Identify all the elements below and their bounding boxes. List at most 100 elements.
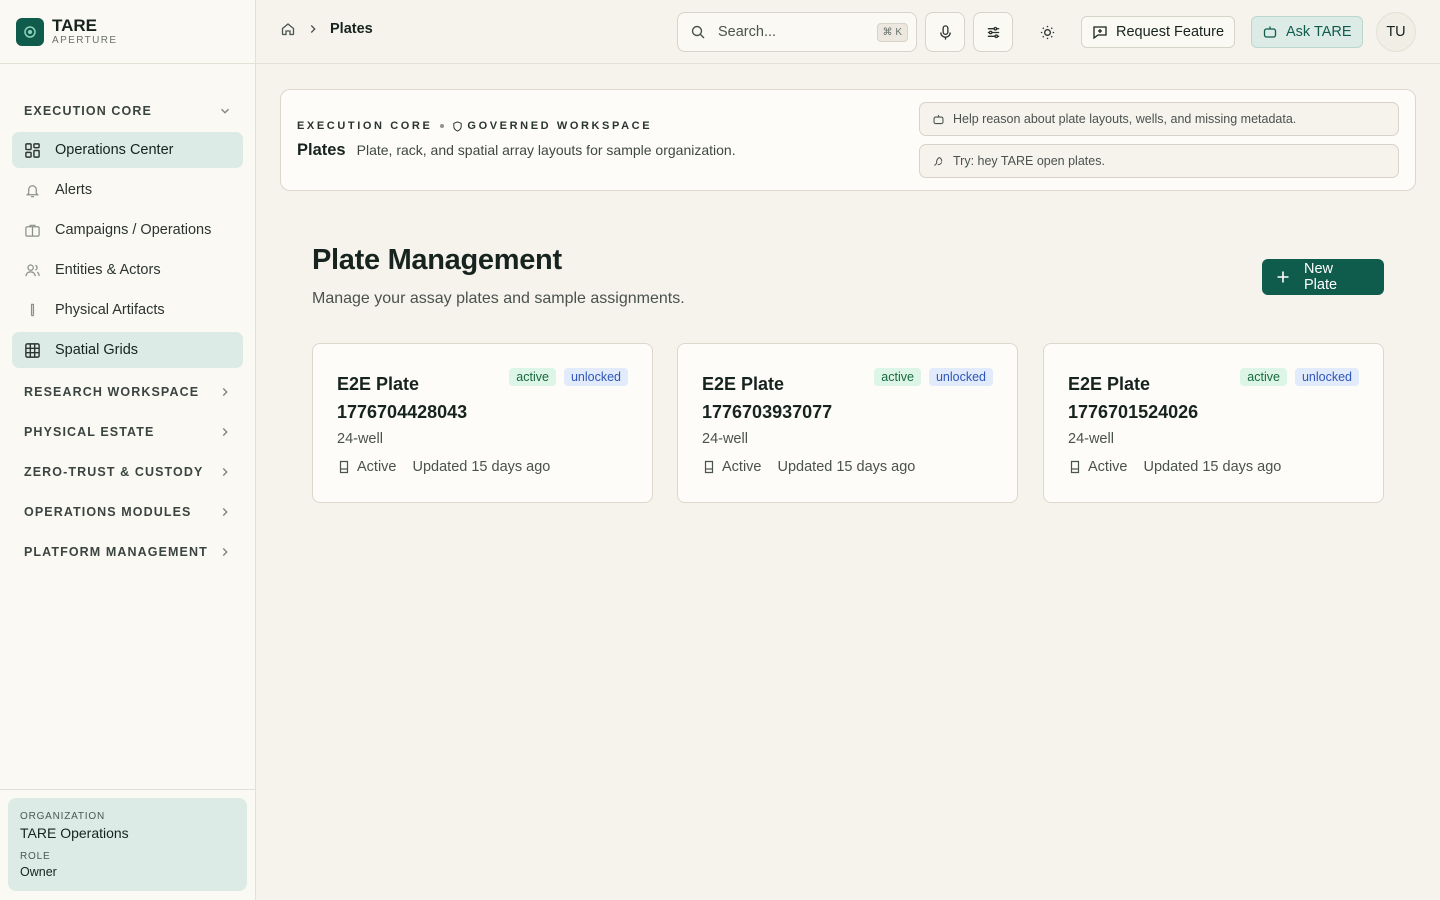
chevron-right-icon [222,508,228,516]
sidebar-item-label: Physical Artifacts [55,302,165,318]
voice-wave-icon [934,156,943,166]
sidebar-item-campaigns[interactable]: Campaigns / Operations [12,212,243,248]
status-badge: active [1240,368,1287,386]
grid-icon [25,342,40,358]
chevron-right-icon [222,548,228,556]
plate-updated: Updated 15 days ago [777,459,916,475]
section-operations-modules[interactable]: OPERATIONS MODULES [12,494,244,530]
section-research-workspace[interactable]: RESEARCH WORKSPACE [12,374,244,410]
section-label: ZERO-TRUST & CUSTODY [24,465,204,479]
organization-card[interactable]: ORGANIZATION TARE Operations ROLE Owner [8,798,247,891]
sidebar-item-label: Campaigns / Operations [55,222,212,238]
search-input[interactable]: Search... ⌘ K [677,12,917,52]
plate-meta: Active Updated 15 days ago [337,459,550,475]
chevron-right-icon [222,388,228,396]
new-plate-label: New Plate [1303,261,1338,293]
plate-card[interactable]: E2E Plate 1776701524026 active unlocked … [1043,343,1384,503]
logo-icon [16,17,44,46]
banner-eyebrow: EXECUTION CORE GOVERNED WORKSPACE [297,120,652,132]
sidebar-item-label: Spatial Grids [55,342,139,358]
sidebar: TARE APERTURE EXECUTION CORE Operations … [0,0,256,900]
section-label: RESEARCH WORKSPACE [24,385,200,399]
role-label: ROLE [20,851,51,862]
bot-icon [933,114,944,124]
chevron-right-icon [222,428,228,436]
beaker-icon [704,460,714,474]
plate-badges: active unlocked [509,368,628,386]
brand[interactable]: TARE APERTURE [0,0,255,64]
plate-name: E2E Plate 1776704428043 [337,374,468,422]
sliders-icon [987,26,999,38]
voice-button[interactable] [925,12,965,52]
section-label: PHYSICAL ESTATE [24,425,155,439]
role-value: Owner [20,865,57,879]
eyebrow-section: EXECUTION CORE [297,120,433,132]
plate-name: E2E Plate 1776703937077 [702,374,833,422]
voice-command-hint[interactable]: Try: hey TARE open plates. [919,144,1399,178]
section-execution-core[interactable]: EXECUTION CORE [12,93,244,129]
section-platform-management[interactable]: PLATFORM MANAGEMENT [12,534,244,570]
sidebar-item-label: Alerts [55,182,93,198]
plate-updated: Updated 15 days ago [1143,459,1282,475]
chevron-right-icon [222,468,228,476]
banner-title-row: Plates Plate, rack, and spatial array la… [297,141,736,160]
chevron-right-icon [310,25,316,33]
separator-dot [440,124,445,128]
sidebar-item-label: Operations Center [55,142,174,158]
plate-card[interactable]: E2E Plate 1776704428043 active unlocked … [312,343,653,503]
plate-meta: Active Updated 15 days ago [1068,459,1281,475]
sidebar-item-entities[interactable]: Entities & Actors [12,252,243,288]
hint-text: Help reason about plate layouts, wells, … [953,112,1297,126]
status-badge: active [874,368,921,386]
section-label: PLATFORM MANAGEMENT [24,545,208,559]
plate-meta: Active Updated 15 days ago [702,459,915,475]
sidebar-item-operations-center[interactable]: Operations Center [12,132,243,168]
eyebrow-workspace: GOVERNED WORKSPACE [467,120,653,132]
sidebar-item-label: Entities & Actors [55,262,161,278]
chevron-down-icon [221,108,229,114]
topbar: Plates Search... ⌘ K Request Feature Ask… [256,0,1440,64]
brand-subtitle: APERTURE [52,34,118,46]
plate-name: E2E Plate 1776701524026 [1068,374,1199,422]
banner-title: Plates [297,141,346,159]
sidebar-divider [0,789,256,790]
sun-icon [1040,25,1054,39]
new-plate-button[interactable]: New Plate [1262,259,1384,295]
assistant-hint[interactable]: Help reason about plate layouts, wells, … [919,102,1399,136]
plate-status: Active [1088,459,1128,475]
banner-description: Plate, rack, and spatial array layouts f… [356,142,736,158]
section-physical-estate[interactable]: PHYSICAL ESTATE [12,414,244,450]
org-label: ORGANIZATION [20,811,105,822]
ask-tare-button[interactable]: Ask TARE [1251,16,1363,48]
sidebar-item-alerts[interactable]: Alerts [12,172,243,208]
avatar[interactable]: TU [1376,12,1416,52]
lock-badge: unlocked [928,368,993,386]
message-plus-icon [1093,26,1107,40]
plate-status: Active [357,459,397,475]
shortcut-hint: ⌘ K [876,22,908,42]
filters-button[interactable] [973,12,1013,52]
dashboard-icon [25,142,40,158]
sidebar-item-physical-artifacts[interactable]: Physical Artifacts [12,292,243,328]
theme-toggle[interactable] [1027,12,1067,52]
org-name: TARE Operations [20,825,129,841]
home-icon[interactable] [280,21,296,37]
plate-type: 24-well [337,431,383,447]
search-icon [691,25,705,39]
search-placeholder: Search... [718,24,777,40]
ask-tare-label: Ask TARE [1286,24,1352,40]
page-subtitle: Manage your assay plates and sample assi… [312,290,685,307]
beaker-icon [1070,460,1080,474]
sidebar-item-spatial-grids[interactable]: Spatial Grids [12,332,243,368]
bell-icon [25,184,40,197]
plate-status: Active [722,459,762,475]
plate-card[interactable]: E2E Plate 1776703937077 active unlocked … [677,343,1018,503]
section-zero-trust-custody[interactable]: ZERO-TRUST & CUSTODY [12,454,244,490]
section-label: EXECUTION CORE [24,104,152,118]
brand-name: TARE [52,15,98,35]
plate-type: 24-well [702,431,748,447]
plate-badges: active unlocked [874,368,993,386]
breadcrumb: Plates [280,21,373,37]
request-feature-button[interactable]: Request Feature [1081,16,1236,48]
hint-text: Try: hey TARE open plates. [953,154,1105,168]
